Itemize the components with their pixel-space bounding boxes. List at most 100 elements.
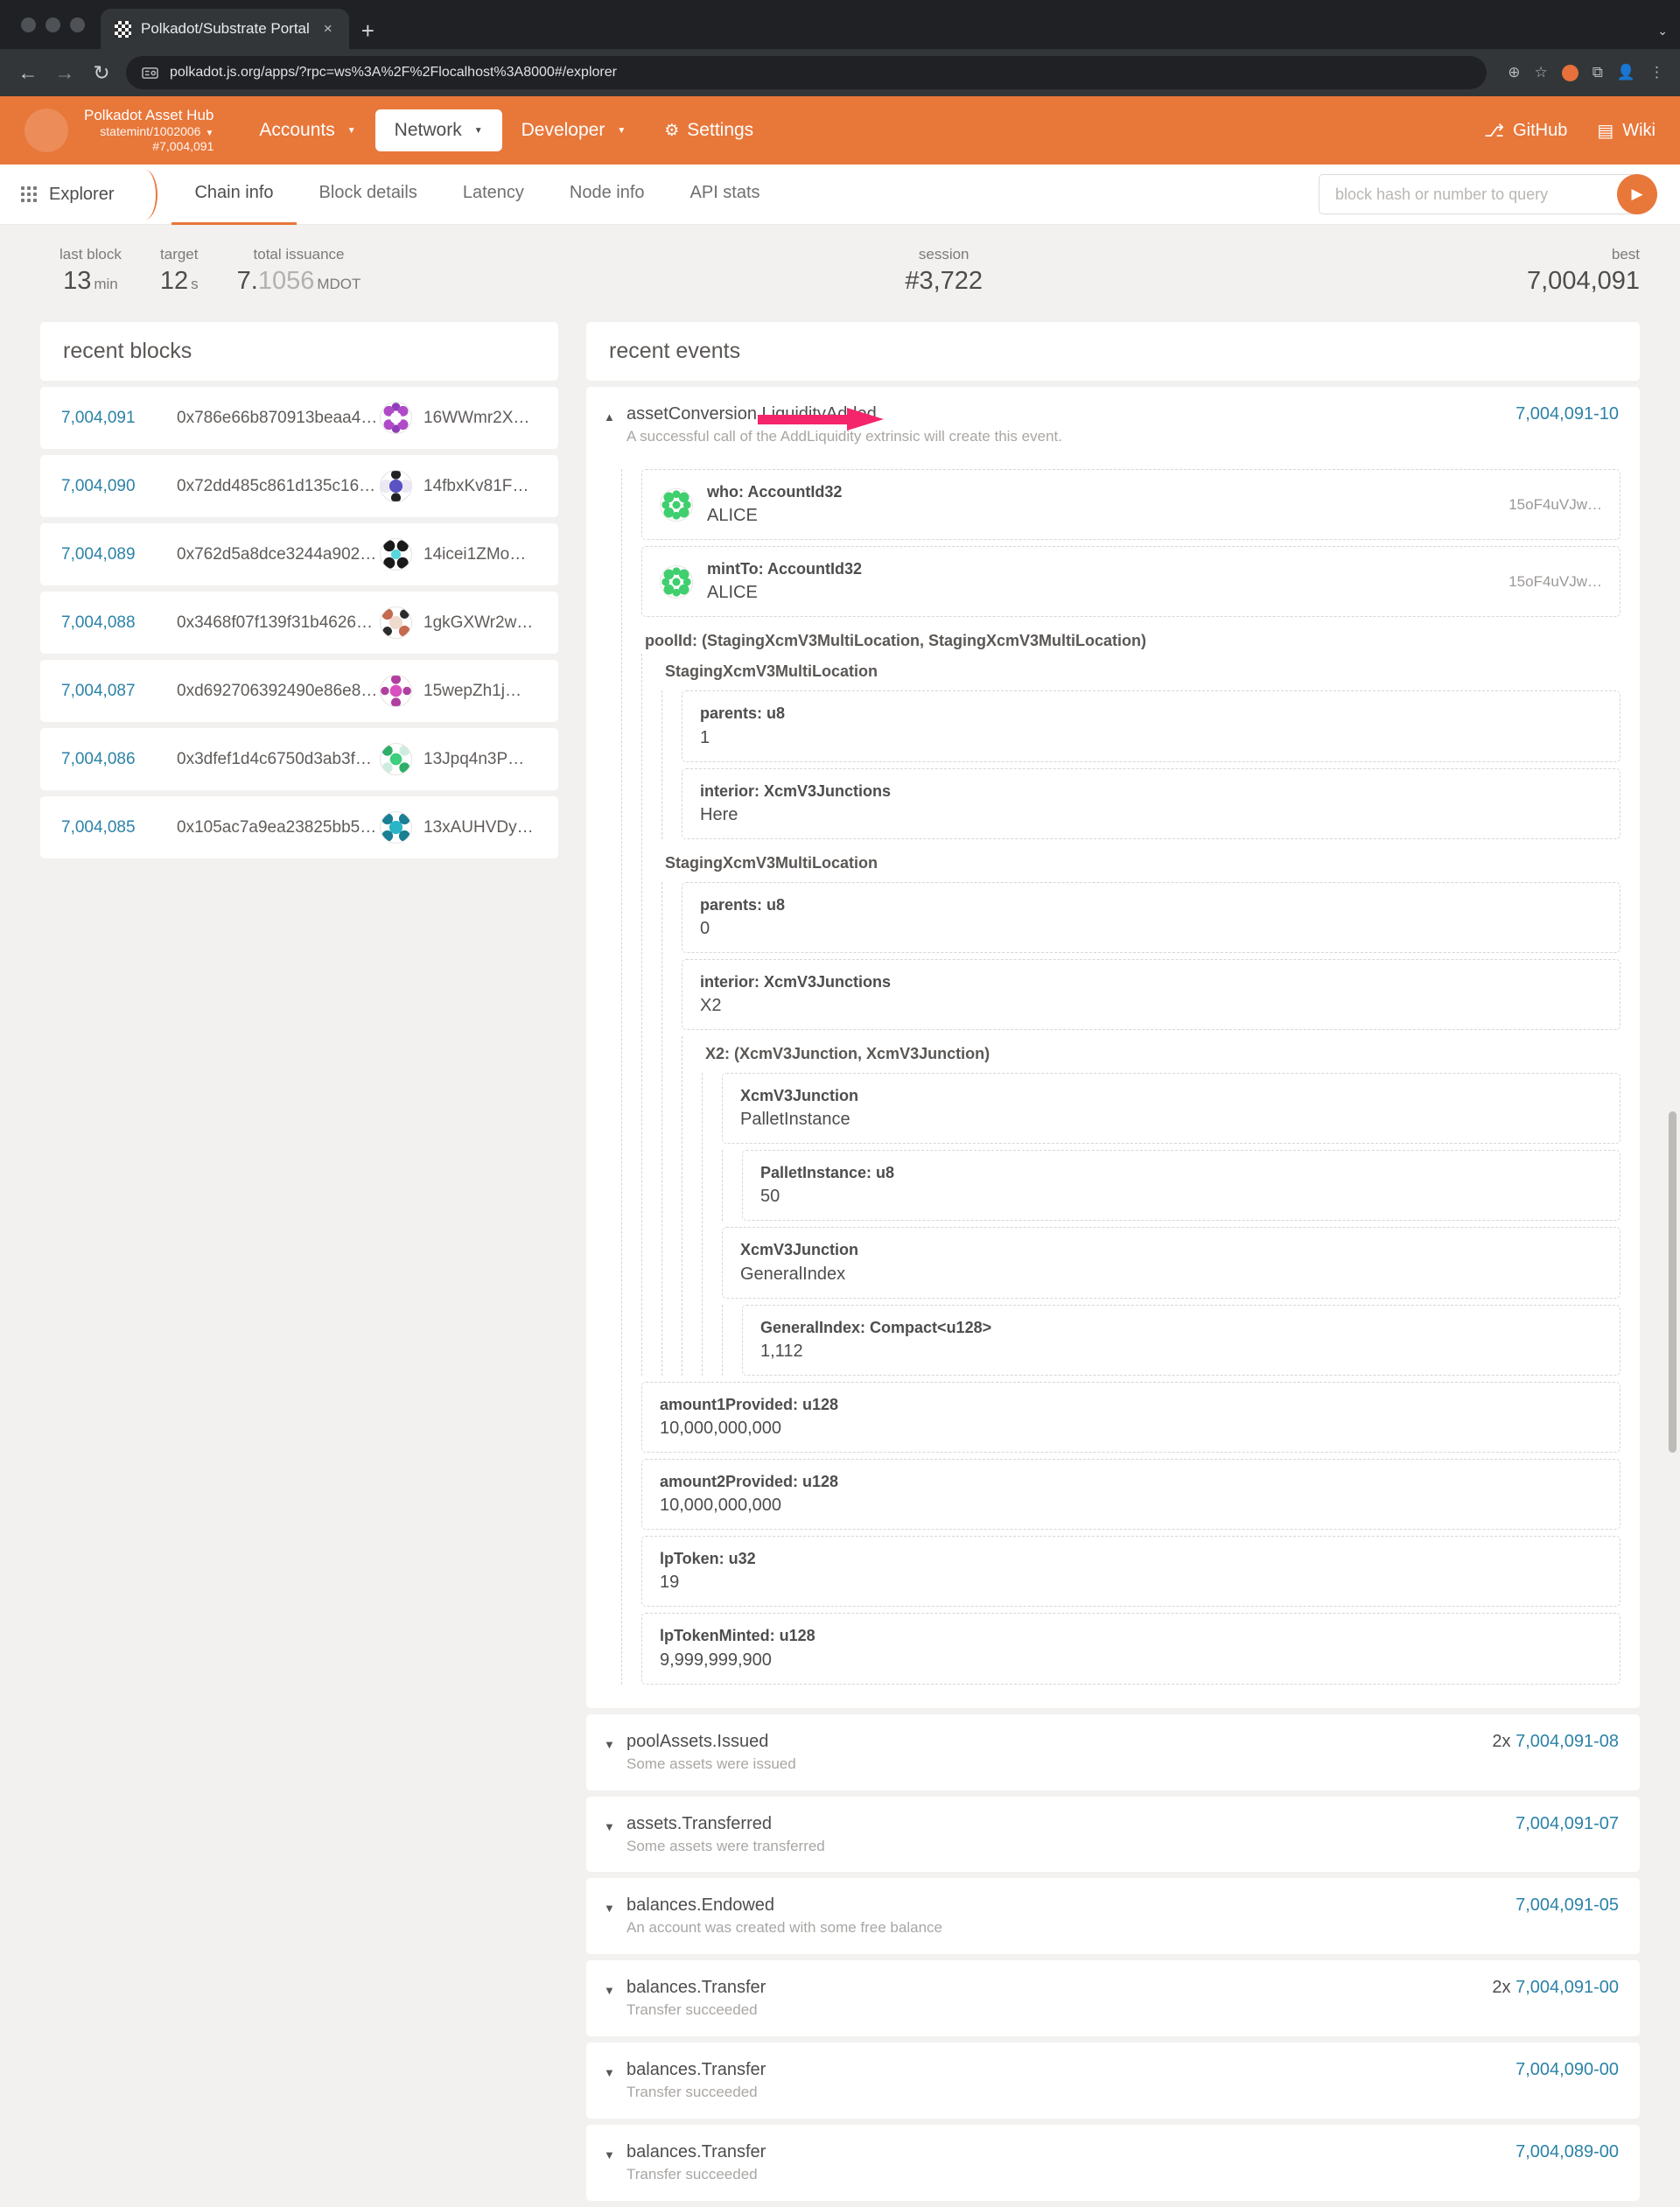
chain-selector[interactable]: Polkadot Asset Hub statemint/1002006▼ #7… [84,107,214,155]
event-header[interactable]: ▼ balances.Endowed An account was create… [586,1878,1640,1954]
chevron-down-icon[interactable]: ▼ [604,1894,626,1915]
profile-avatar[interactable] [1562,65,1578,81]
nav-developer-label: Developer [522,120,606,141]
nav-network-label: Network [395,120,462,141]
table-row[interactable]: 7,004,091 0x786e66b870913beaa49f8242ecc…… [40,387,558,449]
window-maximize-dot[interactable] [70,18,85,32]
grid-icon [21,186,37,202]
block-author[interactable]: 15wepZh1j… [380,675,542,707]
chevron-down-icon[interactable]: ▼ [604,1976,626,1997]
github-link[interactable]: ⎇ GitHub [1484,120,1567,142]
event-description: Transfer succeeded [626,2083,1500,2103]
window-controls[interactable] [16,0,101,49]
loc1-parents: parents: u8 1 [682,690,1620,761]
block-author[interactable]: 16WWmr2X… [380,402,542,434]
event-header[interactable]: ▼ balances.Transfer Transfer succeeded 7… [586,2125,1640,2201]
event-block-reference[interactable]: 7,004,091-08 [1516,1732,1619,1751]
event-block-reference[interactable]: 7,004,091-00 [1516,1978,1619,1997]
account-icon[interactable]: 👤 [1617,64,1635,81]
chevron-down-icon[interactable]: ▼ [604,1730,626,1751]
block-number-link[interactable]: 7,004,087 [61,682,177,701]
block-author[interactable]: 14icei1ZMo… [380,538,542,571]
event-card-expanded: ▲ assetConversion.LiquidityAdded A succe… [586,387,1640,1708]
window-collapse-icon[interactable]: ⌄ [1657,24,1668,39]
block-author[interactable]: 13Jpq4n3P… [380,743,542,775]
wiki-link[interactable]: ▤ Wiki [1597,120,1656,142]
nav-accounts[interactable]: Accounts ▼ [240,109,374,151]
table-row[interactable]: 7,004,090 0x72dd485c861d135c1619dae385d…… [40,455,558,517]
chevron-down-icon[interactable]: ▼ [604,2140,626,2161]
back-icon[interactable]: ← [16,61,40,85]
tab-node-info[interactable]: Node info [547,164,668,225]
field-who-key: who: AccountId32 [707,481,1494,503]
junction-2-value: GeneralIndex [740,1262,1602,1286]
bookmark-star-icon[interactable]: ☆ [1534,64,1547,81]
junction-1-value: PalletInstance [740,1107,1602,1132]
browser-menu-icon[interactable]: ⋮ [1649,64,1664,81]
table-row[interactable]: 7,004,086 0x3dfef1d4c6750d3ab3fd01bbb0fd… [40,728,558,790]
recent-blocks-panel: recent blocks 7,004,091 0x786e66b870913b… [40,322,558,865]
search-input[interactable] [1319,174,1637,214]
event-header[interactable]: ▼ poolAssets.Issued Some assets were iss… [586,1714,1640,1790]
tab-chain-info[interactable]: Chain info [172,164,296,225]
event-description: Transfer succeeded [626,2165,1500,2185]
loc1-interior-key: interior: XcmV3Junctions [700,781,1602,802]
block-number-link[interactable]: 7,004,085 [61,818,177,837]
loc2-interior-value: X2 [700,993,1602,1018]
block-author[interactable]: 1gkGXWr2w… [380,606,542,639]
block-hash: 0x72dd485c861d135c1619dae385d… [177,477,380,496]
window-close-dot[interactable] [21,18,36,32]
event-block-reference[interactable]: 7,004,091-05 [1516,1895,1619,1915]
block-number-link[interactable]: 7,004,090 [61,477,177,496]
zoom-icon[interactable]: ⊕ [1508,64,1520,81]
pallet-instance: PalletInstance: u8 50 [742,1150,1620,1221]
browser-tab[interactable]: Polkadot/Substrate Portal × [101,9,349,49]
new-tab-button[interactable]: + [349,19,387,49]
reload-icon[interactable]: ↻ [89,61,114,85]
event-block-reference[interactable]: 7,004,091-07 [1516,1814,1619,1833]
chevron-down-icon[interactable]: ▼ [205,129,214,138]
event-block-reference[interactable]: 7,004,090-00 [1516,2060,1619,2079]
extensions-icon[interactable]: ⧉ [1592,64,1603,81]
junction-1: XcmV3Junction PalletInstance [722,1073,1620,1144]
block-author[interactable]: 14fbxKv81F… [380,470,542,502]
x2-label: X2: (XcmV3Junction, XcmV3Junction) [702,1036,1620,1067]
breadcrumb[interactable]: Explorer [21,185,133,205]
address-bar[interactable]: polkadot.js.org/apps/?rpc=ws%3A%2F%2Floc… [126,56,1487,89]
block-number-link[interactable]: 7,004,086 [61,750,177,769]
table-row[interactable]: 7,004,087 0xd692706392490e86e8795503b7… … [40,660,558,722]
summary-last-block-unit: min [94,276,117,292]
event-header[interactable]: ▼ balances.Transfer Transfer succeeded 7… [586,2042,1640,2119]
window-minimize-dot[interactable] [46,18,60,32]
chevron-down-icon[interactable]: ▼ [604,1812,626,1833]
block-number-link[interactable]: 7,004,089 [61,545,177,564]
forward-icon[interactable]: → [52,61,77,85]
tab-latency[interactable]: Latency [440,164,547,225]
nav-network[interactable]: Network ▼ [375,109,502,151]
search-submit-button[interactable]: ▶ [1617,174,1657,214]
tab-block-details[interactable]: Block details [297,164,440,225]
event-header[interactable]: ▼ assets.Transferred Some assets were tr… [586,1797,1640,1873]
close-icon[interactable]: × [319,20,337,38]
block-author[interactable]: 13xAUHVDy… [380,811,542,844]
page-scrollbar[interactable] [1669,1111,1676,1453]
field-mintto-value: ALICE [707,580,1494,605]
summary-best-value: 7,004,091 [1527,267,1640,296]
chevron-down-icon[interactable]: ▼ [604,2058,626,2079]
field-who: who: AccountId32 ALICE 15oF4uVJw… [641,469,1620,540]
table-row[interactable]: 7,004,089 0x762d5a8dce3244a902fe0ad1c77f… [40,523,558,585]
nav-developer[interactable]: Developer ▼ [502,109,646,151]
browser-tab-title: Polkadot/Substrate Portal [141,20,310,38]
chevron-up-icon[interactable]: ▲ [604,403,626,424]
block-number-link[interactable]: 7,004,088 [61,613,177,633]
table-row[interactable]: 7,004,085 0x105ac7a9ea23825bb5cf258f49f5… [40,796,558,858]
event-header[interactable]: ▼ balances.Transfer Transfer succeeded 2… [586,1960,1640,2036]
summary-bar: last block 13min target 12s total issuan… [0,225,1680,322]
event-header[interactable]: ▲ assetConversion.LiquidityAdded A succe… [586,387,1640,463]
nav-settings[interactable]: ⚙ Settings [645,109,773,151]
event-block-reference[interactable]: 7,004,091-10 [1500,403,1619,424]
table-row[interactable]: 7,004,088 0x3468f07f139f31b46269b642263f… [40,592,558,654]
event-block-reference[interactable]: 7,004,089-00 [1516,2142,1619,2161]
block-number-link[interactable]: 7,004,091 [61,409,177,428]
tab-api-stats[interactable]: API stats [668,164,783,225]
